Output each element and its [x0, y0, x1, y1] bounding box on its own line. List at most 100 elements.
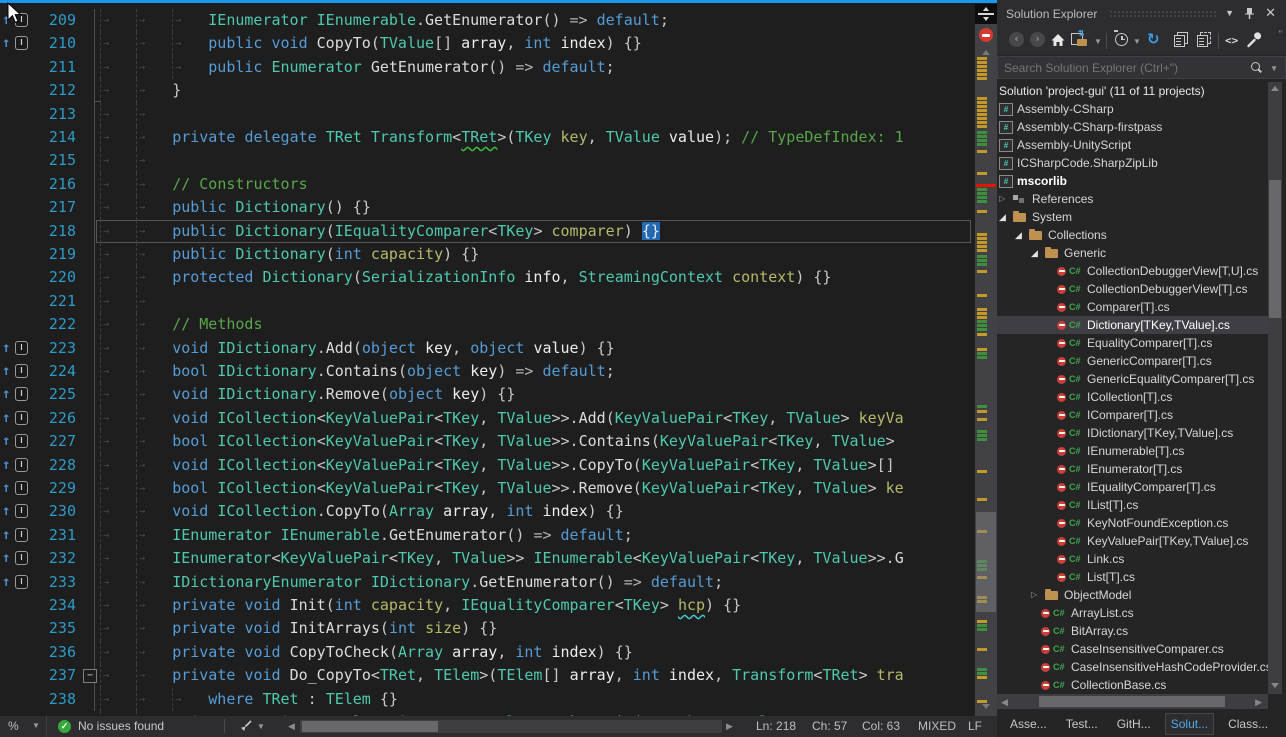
- tree-item[interactable]: C#Comparer[T].cs: [997, 298, 1268, 316]
- document-health-error-icon[interactable]: [979, 28, 993, 42]
- tree-item[interactable]: C#CaseInsensitiveComparer.cs: [997, 640, 1268, 658]
- code-line[interactable]: 233↑I→→IDictionaryEnumerator IDictionary…: [0, 571, 975, 594]
- code-line[interactable]: 236→→private void CopyToCheck(Array arra…: [0, 641, 975, 664]
- tree-item[interactable]: C#CollectionDebuggerView[T].cs: [997, 280, 1268, 298]
- code-line[interactable]: 209↑I→→→IEnumerator IEnumerable.GetEnume…: [0, 9, 975, 32]
- panel-tab-class[interactable]: Class...: [1223, 714, 1273, 734]
- line-number[interactable]: 220: [30, 266, 76, 289]
- collapse-all-icon[interactable]: [1173, 32, 1189, 48]
- chevron-down-icon[interactable]: ▼: [1094, 37, 1102, 46]
- tree-item[interactable]: ▷References: [997, 190, 1268, 208]
- tree-item[interactable]: C#ArrayList.cs: [997, 604, 1268, 622]
- reference-glyph-icon[interactable]: ↑I: [0, 32, 28, 55]
- reference-glyph-icon[interactable]: ↑I: [0, 430, 28, 453]
- line-number[interactable]: 210: [30, 32, 76, 55]
- refresh-icon[interactable]: ↻: [1147, 31, 1160, 47]
- collapse-arrow-icon[interactable]: ◢: [999, 208, 1011, 226]
- editor-vertical-scrollbar[interactable]: [975, 4, 997, 716]
- code-line[interactable]: 221→→: [0, 290, 975, 313]
- tree-item[interactable]: C#IList[T].cs: [997, 496, 1268, 514]
- tree-item[interactable]: C#GenericEqualityComparer[T].cs: [997, 370, 1268, 388]
- window-position-menu-icon[interactable]: ▼: [1225, 8, 1234, 18]
- scroll-left-arrow-icon[interactable]: ◀: [288, 721, 295, 732]
- collapse-arrow-icon[interactable]: ◢: [1015, 226, 1027, 244]
- code-line[interactable]: 222→→// Methods: [0, 313, 975, 336]
- window-splitter-handle-icon[interactable]: [975, 4, 997, 24]
- search-input[interactable]: [997, 56, 1286, 79]
- reference-glyph-icon[interactable]: ↑I: [0, 360, 28, 383]
- code-line[interactable]: 224↑I→→bool IDictionary.Contains(object …: [0, 360, 975, 383]
- code-line[interactable]: 223↑I→→void IDictionary.Add(object key, …: [0, 337, 975, 360]
- editor-horizontal-scrollbar[interactable]: [300, 720, 722, 733]
- expand-arrow-icon[interactable]: ▷: [999, 190, 1011, 208]
- reference-glyph-icon[interactable]: ↑I: [0, 477, 28, 500]
- line-number[interactable]: 226: [30, 407, 76, 430]
- horizontal-scrollbar-thumb[interactable]: [1039, 696, 1225, 707]
- chevron-down-icon[interactable]: ▼: [1133, 37, 1141, 46]
- scroll-up-arrow-icon[interactable]: [1271, 86, 1279, 91]
- code-line[interactable]: 237→→private void Do_CopyTo<TRet, TElem>…: [0, 664, 975, 687]
- code-line[interactable]: 230↑I→→void ICollection.CopyTo(Array arr…: [0, 500, 975, 523]
- code-line[interactable]: 217→→public Dictionary() {}: [0, 196, 975, 219]
- code-lines-container[interactable]: 209↑I→→→IEnumerator IEnumerable.GetEnume…: [0, 9, 975, 716]
- chevron-down-icon[interactable]: ▼: [257, 722, 265, 731]
- line-number[interactable]: 236: [30, 641, 76, 664]
- expand-arrow-icon[interactable]: ▷: [1031, 586, 1043, 604]
- code-line[interactable]: 229↑I→→bool ICollection<KeyValuePair<TKe…: [0, 477, 975, 500]
- line-number[interactable]: 231: [30, 524, 76, 547]
- scroll-right-arrow-icon[interactable]: ▶: [726, 721, 733, 732]
- scroll-right-arrow-icon[interactable]: ▶: [1255, 697, 1262, 708]
- panel-tab-gith[interactable]: GitH...: [1112, 714, 1156, 734]
- line-number[interactable]: 228: [30, 454, 76, 477]
- home-icon[interactable]: [1050, 32, 1066, 48]
- line-number[interactable]: 232: [30, 547, 76, 570]
- issues-check-icon[interactable]: ✓: [58, 720, 71, 733]
- line-number[interactable]: 233: [30, 571, 76, 594]
- tree-item[interactable]: C#IComparer[T].cs: [997, 406, 1268, 424]
- tree-item[interactable]: C#KeyValuePair[TKey,TValue].cs: [997, 532, 1268, 550]
- reference-glyph-icon[interactable]: ↑I: [0, 337, 28, 360]
- pin-icon[interactable]: [1242, 6, 1256, 21]
- tree-item[interactable]: C#Link.cs: [997, 550, 1268, 568]
- vertical-scrollbar-thumb[interactable]: [976, 512, 996, 612]
- close-icon[interactable]: ✕: [1265, 5, 1276, 21]
- code-line[interactable]: 210↑I→→→public void CopyTo(TValue[] arra…: [0, 32, 975, 55]
- line-number[interactable]: 224: [30, 360, 76, 383]
- chevron-down-icon[interactable]: ▼: [1270, 64, 1278, 73]
- code-line[interactable]: 216→→// Constructors: [0, 173, 975, 196]
- line-number[interactable]: 234: [30, 594, 76, 617]
- search-icon[interactable]: [1251, 62, 1260, 71]
- tree-item[interactable]: C#List[T].cs: [997, 568, 1268, 586]
- code-cleanup-broom-icon[interactable]: [238, 719, 253, 734]
- reference-glyph-icon[interactable]: ↑I: [0, 500, 28, 523]
- code-line[interactable]: 227↑I→→bool ICollection<KeyValuePair<TKe…: [0, 430, 975, 453]
- panel-tab-test[interactable]: Test...: [1061, 714, 1103, 734]
- tree-item[interactable]: C#EqualityComparer[T].cs: [997, 334, 1268, 352]
- forward-button-icon[interactable]: ›: [1030, 32, 1045, 47]
- tree-item[interactable]: C#ICollection[T].cs: [997, 388, 1268, 406]
- sync-with-active-document-icon[interactable]: ⇅: [1071, 32, 1089, 50]
- line-number[interactable]: 222: [30, 313, 76, 336]
- tree-vertical-scrollbar[interactable]: [1268, 82, 1282, 694]
- code-line[interactable]: 228↑I→→void ICollection<KeyValuePair<TKe…: [0, 454, 975, 477]
- scroll-down-arrow-icon[interactable]: [1271, 683, 1279, 688]
- tree-item[interactable]: C#CollectionDebuggerView[T,U].cs: [997, 262, 1268, 280]
- tree-item[interactable]: C#IEnumerable[T].cs: [997, 442, 1268, 460]
- code-line[interactable]: 212→→}: [0, 79, 975, 102]
- scroll-left-arrow-icon[interactable]: ◀: [1001, 697, 1008, 708]
- code-line[interactable]: 232↑I→→IEnumerator<KeyValuePair<TKey, TV…: [0, 547, 975, 570]
- line-number[interactable]: 211: [30, 56, 76, 79]
- line-number[interactable]: 227: [30, 430, 76, 453]
- code-line[interactable]: 235→→private void InitArrays(int size) {…: [0, 617, 975, 640]
- tree-item[interactable]: C#CaseInsensitiveHashCodeProvider.cs: [997, 658, 1268, 676]
- line-number[interactable]: 214: [30, 126, 76, 149]
- line-number[interactable]: 212: [30, 79, 76, 102]
- view-code-icon[interactable]: <>: [1225, 33, 1238, 49]
- line-number[interactable]: 229: [30, 477, 76, 500]
- code-line[interactable]: 226↑I→→void ICollection<KeyValuePair<TKe…: [0, 407, 975, 430]
- horizontal-scrollbar-thumb[interactable]: [302, 721, 438, 732]
- reference-glyph-icon[interactable]: ↑I: [0, 571, 28, 594]
- panel-tab-asse[interactable]: Asse...: [1005, 714, 1052, 734]
- tree-item[interactable]: #Assembly-CSharp: [997, 100, 1268, 118]
- tree-item[interactable]: #Assembly-CSharp-firstpass: [997, 118, 1268, 136]
